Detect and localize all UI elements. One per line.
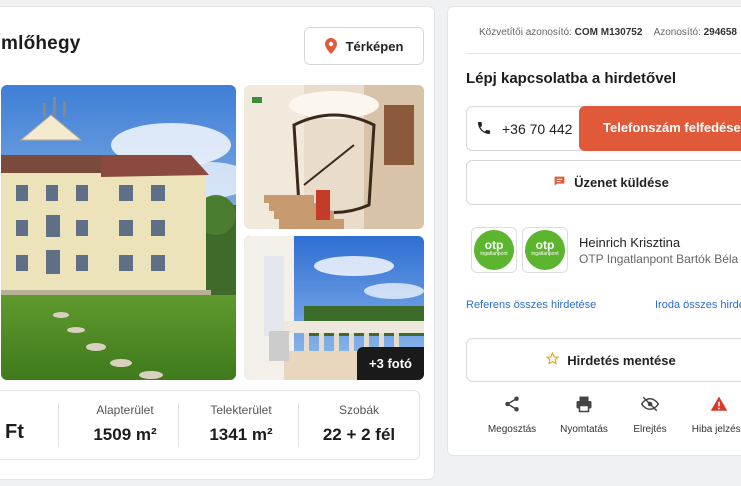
agent-name[interactable]: Heinrich Krisztina bbox=[579, 235, 680, 250]
contact-title: Lépj kapcsolatba a hirdetővel bbox=[466, 70, 677, 87]
more-photos-badge[interactable]: +3 fotó bbox=[357, 347, 424, 380]
chat-icon bbox=[553, 175, 566, 191]
agent-office[interactable]: OTP Ingatlanpont Bartók Béla út bbox=[579, 252, 741, 266]
reveal-phone-button[interactable]: Telefonszám felfedése bbox=[579, 106, 741, 151]
divider bbox=[466, 53, 741, 54]
contact-card: Közvetítői azonosító: COM M130752 Azonos… bbox=[447, 6, 741, 456]
office-listings-link[interactable]: Iroda összes hirdetése bbox=[655, 299, 741, 311]
photo-balcony[interactable]: +3 fotó bbox=[244, 236, 424, 380]
star-icon bbox=[546, 351, 560, 368]
photo-staircase[interactable] bbox=[244, 85, 424, 229]
stat-rooms: Szobák 22 + 2 fél bbox=[322, 403, 396, 444]
stat-plot-area: Telekterület 1341 m² bbox=[209, 403, 273, 444]
save-listing-label: Hirdetés mentése bbox=[567, 352, 676, 368]
listing-ids: Közvetítői azonosító: COM M130752 Azonos… bbox=[479, 27, 737, 38]
main-photo[interactable] bbox=[1, 85, 236, 380]
divider bbox=[58, 403, 59, 447]
location-pin-icon bbox=[324, 38, 337, 54]
divider bbox=[298, 403, 299, 447]
listing-title: mlőhegy bbox=[1, 33, 81, 54]
stat-floor-area: Alapterület 1509 m² bbox=[93, 403, 157, 444]
divider bbox=[178, 403, 179, 447]
hide-icon bbox=[641, 396, 659, 412]
stats-card: Ft Alapterület 1509 m² Telekterület 1341… bbox=[0, 390, 420, 460]
map-button[interactable]: Térképen bbox=[304, 27, 424, 65]
agent-listings-link[interactable]: Referens összes hirdetése bbox=[466, 299, 596, 311]
hide-button[interactable]: Elrejtés bbox=[615, 395, 685, 435]
share-icon bbox=[505, 396, 519, 412]
agent-logo[interactable]: otp ingatlanpont bbox=[471, 227, 517, 273]
share-button[interactable]: Megosztás bbox=[477, 395, 547, 435]
phone-row: +36 70 442 Telefonszám felfedése bbox=[466, 106, 741, 151]
report-error-button[interactable]: Hiba jelzése bbox=[684, 395, 741, 435]
print-button[interactable]: Nyomtatás bbox=[549, 395, 619, 435]
price-suffix: Ft bbox=[5, 421, 24, 443]
office-logo[interactable]: otp ingatlanpont bbox=[522, 227, 568, 273]
phone-icon bbox=[476, 120, 492, 136]
phone-number: +36 70 442 bbox=[502, 121, 573, 137]
save-listing-button[interactable]: Hirdetés mentése bbox=[466, 338, 741, 382]
send-message-label: Üzenet küldése bbox=[574, 175, 669, 190]
send-message-button[interactable]: Üzenet küldése bbox=[466, 160, 741, 205]
warning-icon bbox=[710, 396, 728, 411]
print-icon bbox=[576, 396, 592, 413]
map-button-label: Térképen bbox=[345, 38, 404, 54]
